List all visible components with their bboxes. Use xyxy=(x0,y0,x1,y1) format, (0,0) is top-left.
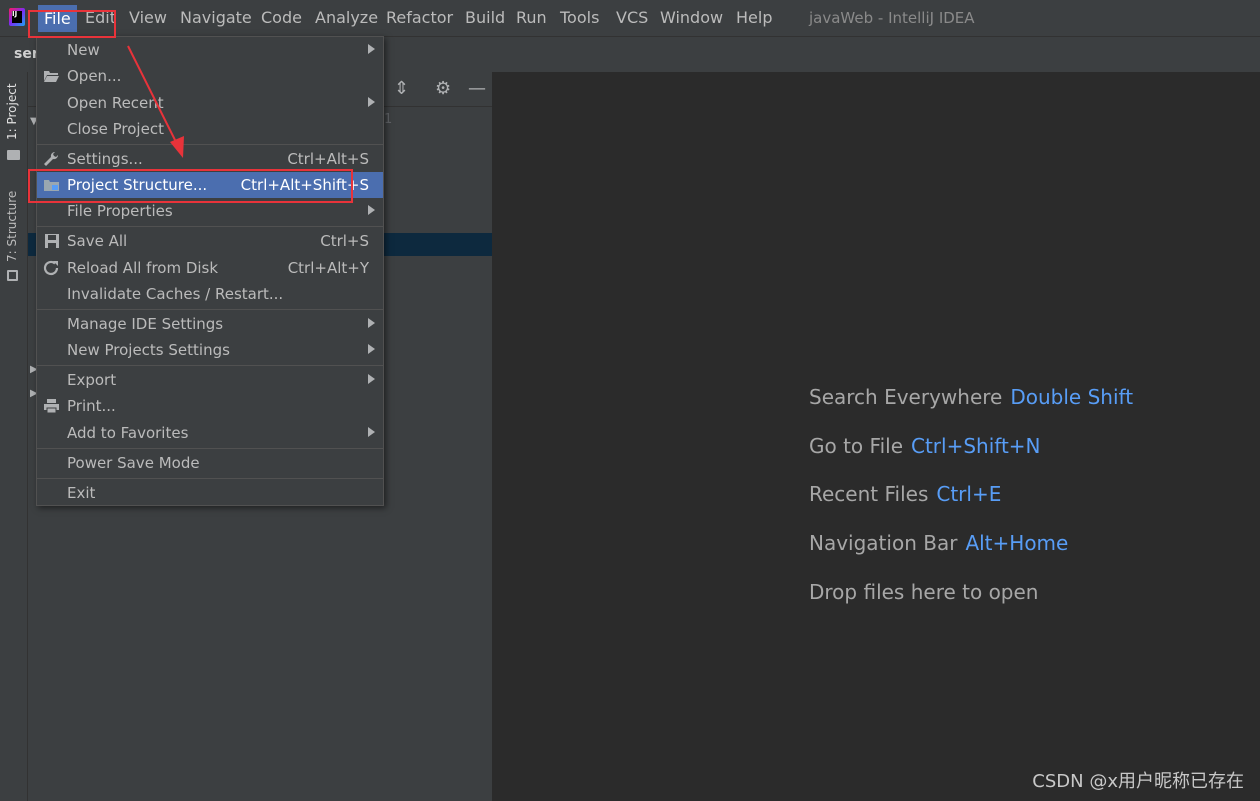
menu-help[interactable]: Help xyxy=(736,9,772,27)
collapse-all-icon[interactable]: ⇕ xyxy=(394,80,409,98)
menu-window[interactable]: Window xyxy=(660,9,723,27)
intellij-logo-icon: IJ xyxy=(9,8,25,26)
menu-item-exit[interactable]: Exit xyxy=(37,480,383,506)
reload-icon xyxy=(43,260,59,276)
menu-refactor[interactable]: Refactor xyxy=(386,9,453,27)
submenu-arrow-icon xyxy=(368,374,375,384)
menu-item-add-to-favorites[interactable]: Add to Favorites xyxy=(37,420,383,446)
line-number: 1 xyxy=(384,112,393,127)
menu-item-power-save-mode[interactable]: Power Save Mode xyxy=(37,450,383,476)
menu-view[interactable]: View xyxy=(129,9,167,27)
file-menu-dropdown: New Open... Open Recent Close Project Se… xyxy=(36,36,384,506)
menu-item-export[interactable]: Export xyxy=(37,367,383,393)
annotation-box-project-structure xyxy=(28,169,353,203)
hint-drop-files: Drop files here to open xyxy=(809,580,1039,604)
print-icon xyxy=(44,399,59,414)
menu-separator xyxy=(37,309,383,310)
save-icon xyxy=(45,234,59,248)
gear-icon[interactable]: ⚙ xyxy=(435,80,451,98)
submenu-arrow-icon xyxy=(368,97,375,107)
tab-project[interactable]: 1: Project xyxy=(5,83,19,140)
menu-item-new[interactable]: New xyxy=(37,37,383,63)
structure-icon xyxy=(7,270,18,281)
menu-separator xyxy=(37,448,383,449)
menu-vcs[interactable]: VCS xyxy=(616,9,648,27)
menu-run[interactable]: Run xyxy=(516,9,547,27)
tab-structure[interactable]: 7: Structure xyxy=(5,191,19,262)
menu-item-close-project[interactable]: Close Project xyxy=(37,116,383,142)
menu-item-save-all[interactable]: Save All Ctrl+S xyxy=(37,228,383,254)
submenu-arrow-icon xyxy=(368,427,375,437)
hint-search-everywhere: Search Everywhere Double Shift xyxy=(809,385,1134,409)
annotation-box-file xyxy=(28,10,116,38)
menu-item-open-recent[interactable]: Open Recent xyxy=(37,90,383,116)
watermark: CSDN @x用户昵称已存在 xyxy=(1032,771,1244,792)
menu-separator xyxy=(37,365,383,366)
window-title: javaWeb - IntelliJ IDEA xyxy=(809,9,975,27)
wrench-icon xyxy=(44,151,59,166)
folder-icon xyxy=(7,150,20,160)
minimize-icon[interactable]: — xyxy=(468,80,486,98)
menu-item-invalidate-caches[interactable]: Invalidate Caches / Restart... xyxy=(37,281,383,307)
hint-recent-files: Recent Files Ctrl+E xyxy=(809,482,1002,506)
menu-item-print[interactable]: Print... xyxy=(37,393,383,419)
menu-build[interactable]: Build xyxy=(465,9,505,27)
menu-tools[interactable]: Tools xyxy=(560,9,599,27)
menu-item-open[interactable]: Open... xyxy=(37,63,383,89)
submenu-arrow-icon xyxy=(368,318,375,328)
folder-open-icon xyxy=(44,71,59,82)
menu-separator xyxy=(37,144,383,145)
menu-analyze[interactable]: Analyze xyxy=(315,9,378,27)
hint-navigation-bar: Navigation Bar Alt+Home xyxy=(809,531,1069,555)
menu-navigate[interactable]: Navigate xyxy=(180,9,252,27)
menu-separator xyxy=(37,478,383,479)
menu-item-new-projects-settings[interactable]: New Projects Settings xyxy=(37,337,383,363)
submenu-arrow-icon xyxy=(368,344,375,354)
menu-item-reload-all[interactable]: Reload All from Disk Ctrl+Alt+Y xyxy=(37,255,383,281)
left-tool-stripe: 1: Project 7: Structure xyxy=(0,72,28,801)
main-menu-bar: IJ File Edit View Navigate Code Analyze … xyxy=(0,0,1260,36)
hint-go-to-file: Go to File Ctrl+Shift+N xyxy=(809,434,1041,458)
submenu-arrow-icon xyxy=(368,205,375,215)
menu-item-manage-ide-settings[interactable]: Manage IDE Settings xyxy=(37,311,383,337)
menu-separator xyxy=(37,226,383,227)
submenu-arrow-icon xyxy=(368,44,375,54)
menu-code[interactable]: Code xyxy=(261,9,302,27)
